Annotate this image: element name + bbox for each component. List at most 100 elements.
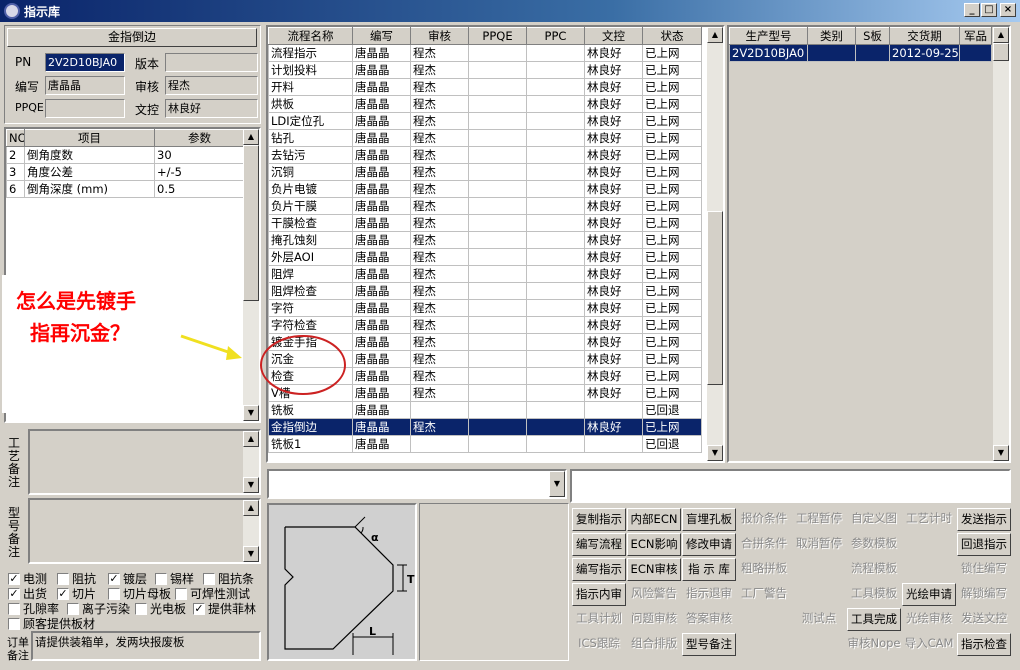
action-button[interactable]: 光绘申请 xyxy=(902,583,956,606)
scroll-down-icon[interactable]: ▼ xyxy=(243,546,259,562)
table-row[interactable]: 2V2D10BJA0 2012-09-25 xyxy=(729,44,992,62)
table-row[interactable]: 干膜检查 唐晶晶 程杰 林良好 已上网 xyxy=(268,214,702,232)
table-row[interactable]: 烘板 唐晶晶 程杰 林良好 已上网 xyxy=(268,95,702,113)
action-button[interactable]: 发送文控 xyxy=(957,608,1011,631)
action-button[interactable]: 修改申请 xyxy=(682,533,736,556)
table-row[interactable]: 掩孔蚀刻 唐晶晶 程杰 林良好 已上网 xyxy=(268,231,702,249)
table-row[interactable]: 6 倒角深度 (mm) 0.5 xyxy=(6,180,245,198)
params-scrollbar[interactable]: ▲ ▼ xyxy=(243,129,259,421)
action-button[interactable]: 发送指示 xyxy=(957,508,1011,531)
action-button[interactable]: 指示检查 xyxy=(957,633,1011,656)
checkbox-box[interactable] xyxy=(67,602,79,615)
table-row[interactable]: 开料 唐晶晶 程杰 林良好 已上网 xyxy=(268,78,702,96)
action-button[interactable]: 锁住编写 xyxy=(957,558,1011,581)
param-value[interactable]: 30 xyxy=(154,146,245,164)
table-row[interactable]: 阻焊检查 唐晶晶 程杰 林良好 已上网 xyxy=(268,282,702,300)
action-button[interactable]: 盲埋孔板 xyxy=(682,508,736,531)
action-button[interactable]: 指示内审 xyxy=(572,583,626,606)
author-field[interactable]: 唐晶晶 xyxy=(45,76,125,95)
checkbox-box[interactable] xyxy=(155,572,167,585)
action-button[interactable]: 型号备注 xyxy=(682,633,736,656)
action-button[interactable]: 测试点 xyxy=(792,608,846,631)
checkmark-icon[interactable]: ✓ xyxy=(193,602,205,615)
action-button[interactable]: 编写流程 xyxy=(572,533,626,556)
checkbox-box[interactable] xyxy=(203,572,215,585)
table-row[interactable]: 负片干膜 唐晶晶 程杰 林良好 已上网 xyxy=(268,197,702,215)
doc-control-field[interactable]: 林良好 xyxy=(165,99,258,118)
action-button[interactable]: 指示退审 xyxy=(682,583,736,606)
action-button[interactable]: 解锁编写 xyxy=(957,583,1011,606)
col-military[interactable]: 军品 xyxy=(959,27,992,45)
scroll-up-icon[interactable]: ▲ xyxy=(993,27,1009,43)
table-row[interactable]: 2 倒角度数 30 xyxy=(6,146,245,164)
table-row[interactable]: 字符 唐晶晶 程杰 林良好 已上网 xyxy=(268,299,702,317)
action-button[interactable]: 取消暂停 xyxy=(792,533,846,556)
action-button[interactable]: 导入CAM xyxy=(902,633,956,656)
action-button[interactable]: 工程暂停 xyxy=(792,508,846,531)
checkbox-box[interactable] xyxy=(8,602,20,615)
col-s-board[interactable]: S板 xyxy=(855,27,890,45)
scroll-down-icon[interactable]: ▼ xyxy=(993,445,1009,461)
product-scrollbar[interactable]: ▲ ▼ xyxy=(993,27,1009,461)
checkmark-icon[interactable]: ✓ xyxy=(8,587,20,600)
action-button[interactable]: 粗略拼板 xyxy=(737,558,791,581)
scroll-down-icon[interactable]: ▼ xyxy=(243,477,259,493)
table-row[interactable]: 去钻污 唐晶晶 程杰 林良好 已上网 xyxy=(268,146,702,164)
action-button[interactable]: 指 示 库 xyxy=(682,558,736,581)
col-delivery[interactable]: 交货期 xyxy=(889,27,960,45)
action-button[interactable]: 流程模板 xyxy=(847,558,901,581)
action-button[interactable]: 工厂警告 xyxy=(737,583,791,606)
pn-field[interactable]: 2V2D10BJA0 xyxy=(45,53,125,72)
params-col-item[interactable]: 项目 xyxy=(24,129,155,147)
col-doc-control[interactable]: 文控 xyxy=(584,27,643,45)
scroll-thumb[interactable] xyxy=(993,43,1009,61)
action-button[interactable]: 参数模板 xyxy=(847,533,901,556)
maximize-button[interactable]: □ xyxy=(981,3,997,17)
scroll-down-icon[interactable]: ▼ xyxy=(243,405,259,421)
checkmark-icon[interactable]: ✓ xyxy=(57,587,69,600)
version-field[interactable] xyxy=(165,53,258,72)
params-col-value[interactable]: 参数 xyxy=(154,129,245,147)
action-button[interactable]: 问题审核 xyxy=(627,608,681,631)
review-field[interactable]: 程杰 xyxy=(165,76,258,95)
close-button[interactable]: × xyxy=(1000,3,1016,17)
checkmark-icon[interactable]: ✓ xyxy=(108,572,120,585)
action-button[interactable]: 合拼条件 xyxy=(737,533,791,556)
col-ppc[interactable]: PPC xyxy=(526,27,585,45)
col-ppqe[interactable]: PPQE xyxy=(468,27,527,45)
action-button[interactable]: 答案审核 xyxy=(682,608,736,631)
action-button[interactable]: 光绘审核 xyxy=(902,608,956,631)
checkmark-icon[interactable]: ✓ xyxy=(8,572,20,585)
model-note-scrollbar[interactable]: ▲ ▼ xyxy=(243,500,259,562)
col-flow-name[interactable]: 流程名称 xyxy=(268,27,353,45)
action-button[interactable]: 工具计划 xyxy=(572,608,626,631)
scroll-up-icon[interactable]: ▲ xyxy=(243,431,259,447)
param-value[interactable]: 0.5 xyxy=(154,180,245,198)
checkbox-box[interactable] xyxy=(135,602,147,615)
action-button[interactable]: 复制指示 xyxy=(572,508,626,531)
action-button[interactable]: 自定义图 xyxy=(847,508,901,531)
order-note-field[interactable]: 请提供装箱单，发两块报废板 xyxy=(31,631,261,661)
action-button[interactable]: 内部ECN xyxy=(627,508,681,531)
table-row[interactable]: 钻孔 唐晶晶 程杰 林良好 已上网 xyxy=(268,129,702,147)
flow-text-input[interactable] xyxy=(570,469,1011,503)
checkbox-box[interactable] xyxy=(8,617,20,630)
action-button[interactable]: 工艺计时 xyxy=(902,508,956,531)
table-row[interactable]: 金指倒边 唐晶晶 程杰 林良好 已上网 xyxy=(268,418,702,436)
params-col-no[interactable]: NO xyxy=(6,129,25,147)
action-button[interactable]: 编写指示 xyxy=(572,558,626,581)
flow-scrollbar[interactable]: ▲ ▼ xyxy=(707,27,723,461)
col-review[interactable]: 审核 xyxy=(410,27,469,45)
col-author[interactable]: 编写 xyxy=(352,27,411,45)
col-category[interactable]: 类别 xyxy=(807,27,856,45)
ppqe-field[interactable] xyxy=(45,99,125,118)
option-checkbox[interactable]: 光电板 xyxy=(135,600,186,617)
table-row[interactable]: 铣板 唐晶晶 已回退 xyxy=(268,401,702,419)
scroll-thumb[interactable] xyxy=(707,211,723,385)
scroll-thumb[interactable] xyxy=(243,145,259,301)
table-row[interactable]: LDI定位孔 唐晶晶 程杰 林良好 已上网 xyxy=(268,112,702,130)
action-button[interactable]: 回退指示 xyxy=(957,533,1011,556)
col-prod-model[interactable]: 生产型号 xyxy=(729,27,808,45)
action-button[interactable]: ECN审核 xyxy=(627,558,681,581)
flow-combo[interactable]: ▼ xyxy=(267,469,567,499)
